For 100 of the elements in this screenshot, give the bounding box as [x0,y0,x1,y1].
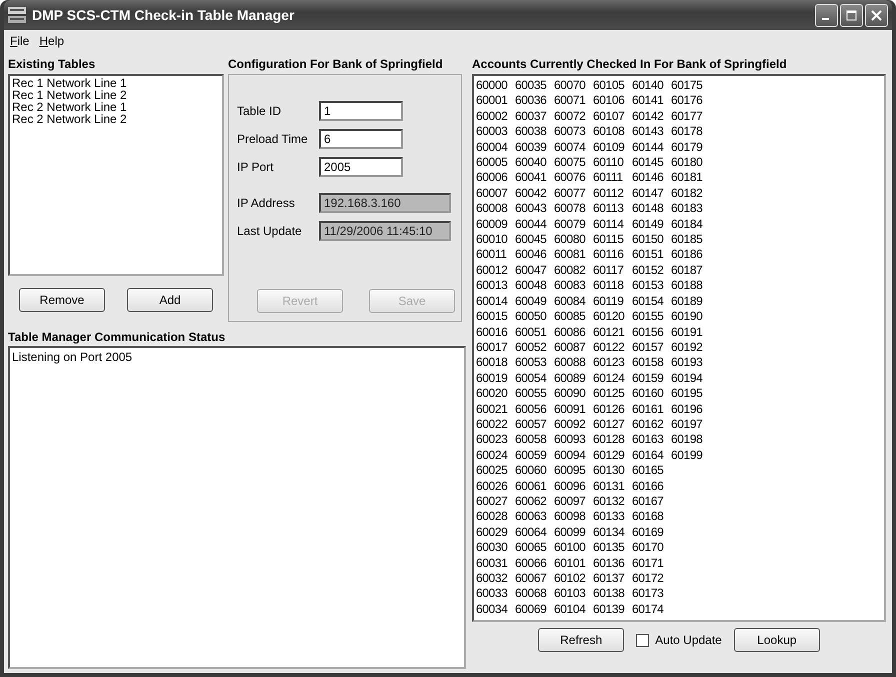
account-number: 60124 [593,370,626,386]
account-number: 60050 [515,309,548,324]
account-number: 60073 [554,124,586,140]
account-number: 60033 [476,586,508,602]
section-heading: Accounts Currently Checked In For Bank of Springfield [472,57,787,71]
account-number: 60002 [476,108,508,124]
account-number: 60176 [671,93,704,109]
account-number: 60112 [593,186,624,202]
close-button[interactable] [865,4,888,26]
account-number: 60059 [515,448,548,464]
account-number: 60104 [554,602,586,618]
account-number: 60164 [632,448,664,464]
account-number: 60156 [632,324,664,340]
account-number: 60125 [593,386,626,402]
account-number: 60072 [554,108,586,124]
tables-list[interactable]: Rec 1 Network Line 1 Rec 1 Network Line 2 Rec 2 Network Line 1 Rec 2 Network Line 2 [8,74,224,276]
account-number: 60003 [476,124,508,140]
table-button[interactable]: Remove [19,288,105,312]
account-number: 60094 [554,448,586,464]
account-number: 60068 [515,586,548,602]
account-number: 60079 [554,216,586,232]
account-number: 60080 [554,232,586,248]
account-number: 60135 [593,540,626,556]
account-number: 60087 [554,340,586,356]
account-number: 60174 [632,602,664,618]
account-number: 60056 [515,402,548,417]
account-number: 60016 [476,324,508,340]
account-number: 60078 [554,201,586,217]
account-number: 60007 [476,186,508,202]
account-number: 60054 [515,370,548,386]
account-number: 60064 [515,524,548,540]
account-number: 60004 [476,140,508,156]
account-number: 60139 [593,602,626,618]
account-number: 60185 [671,232,704,248]
account-number: 60083 [554,278,586,294]
account-number: 60058 [515,432,548,448]
account-number: 60025 [476,463,508,479]
account-number: 60045 [515,232,548,248]
account-number: 60144 [632,140,664,156]
list-item[interactable]: Rec 1 Network Line 2 [12,89,220,101]
account-number: 60162 [632,416,664,432]
section-heading: Configuration For Bank of Springfield [228,57,443,71]
status-line: Listening on Port 2005 [12,350,134,364]
account-number: 60069 [515,602,548,618]
auto-update-checkbox[interactable] [636,634,650,646]
account-number: 60005 [476,155,508,170]
list-item[interactable]: Rec 2 Network Line 1 [12,101,220,113]
account-number: 60188 [671,278,704,294]
account-number: 60088 [554,355,586,371]
account-number: 60041 [515,170,548,186]
list-item[interactable]: Rec 2 Network Line 2 [12,113,220,125]
refresh-button[interactable]: Refresh [538,628,624,652]
minimize-button[interactable] [815,4,838,26]
account-number: 60076 [554,170,586,186]
close-icon [871,10,882,20]
input-field[interactable]: 1 [319,101,403,121]
account-number: 60163 [632,432,664,448]
account-number: 60165 [632,463,664,479]
account-number: 60113 [593,201,624,217]
account-number: 60062 [515,494,548,510]
account-number: 60042 [515,186,548,202]
table-button[interactable]: Add [127,288,213,312]
account-number: 60008 [476,201,508,217]
account-number: 60168 [632,509,664,525]
account-number: 60154 [632,294,664,310]
input-field[interactable]: 6 [319,129,403,149]
account-number: 60122 [593,340,626,356]
account-number: 60111 [593,170,624,186]
account-number: 60197 [671,416,704,432]
account-number: 60105 [593,78,626,94]
menu-item[interactable]: File [10,34,30,50]
account-number: 60009 [476,216,508,232]
account-number: 60136 [593,556,626,571]
account-number: 60014 [476,294,508,310]
account-number: 60051 [515,324,548,340]
input-field[interactable]: 2005 [319,157,403,177]
lookup-button[interactable]: Lookup [734,628,820,652]
account-number: 60121 [593,324,626,340]
account-number: 60082 [554,262,586,278]
account-number: 60148 [632,201,664,217]
maximize-button[interactable] [840,4,863,26]
account-number: 60149 [632,216,664,232]
field-label: Table ID [237,104,282,118]
account-number: 60194 [671,370,704,386]
account-number: 60012 [476,262,508,278]
menu-item[interactable]: Help [39,34,64,50]
account-number: 60106 [593,93,626,109]
account-number: 60001 [476,93,508,109]
account-number: 60006 [476,170,508,186]
account-number: 60052 [515,340,548,356]
section-heading: Existing Tables [8,57,96,71]
account-number: 60021 [476,402,508,417]
account-number: 60147 [632,186,664,202]
account-number: 60011 [476,247,508,263]
account-number: 60075 [554,155,586,170]
account-number: 60090 [554,386,586,402]
account-number: 60169 [632,524,664,540]
list-item[interactable]: Rec 1 Network Line 1 [12,77,220,89]
account-number: 60044 [515,216,548,232]
account-number: 60096 [554,478,586,494]
